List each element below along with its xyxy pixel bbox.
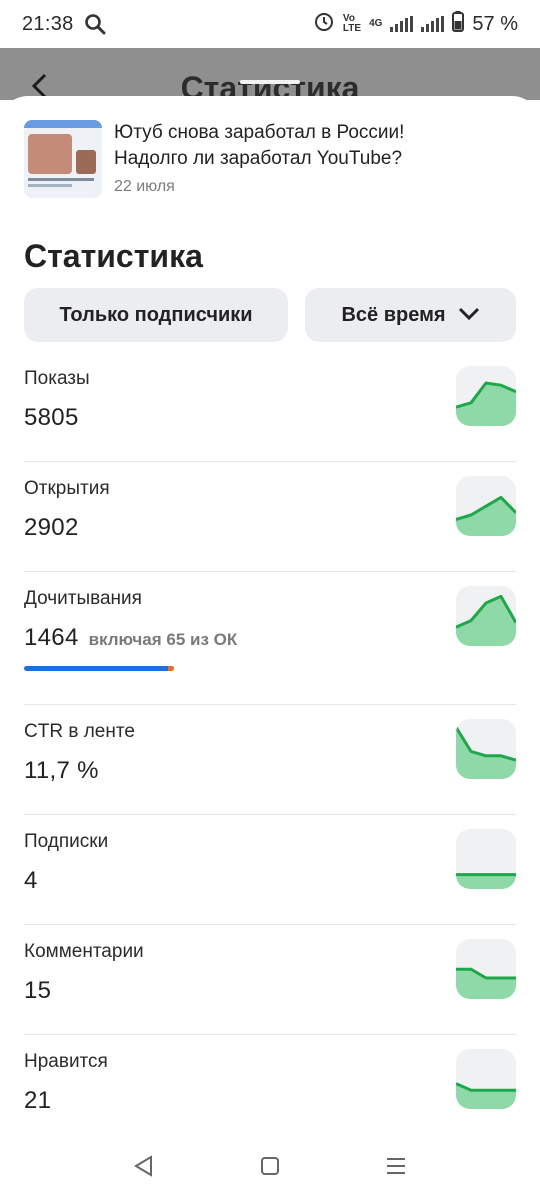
stat-row-likes[interactable]: Нравится 21 — [24, 1035, 516, 1145]
stat-label: Комментарии — [24, 941, 144, 962]
stat-label: Дочитывания — [24, 588, 142, 609]
nav-home-icon[interactable] — [260, 1156, 280, 1181]
stat-value-number: 1464 — [24, 624, 79, 651]
article-date: 22 июля — [114, 178, 175, 195]
sparkline-chart — [456, 476, 516, 536]
period-label: Всё время — [341, 303, 446, 326]
subscribers-only-label: Только подписчики — [59, 303, 253, 326]
stat-label: Подписки — [24, 831, 109, 852]
subscribers-only-button[interactable]: Только подписчики — [24, 288, 288, 342]
nav-back-icon[interactable] — [133, 1154, 155, 1182]
stat-label: Нравится — [24, 1051, 108, 1072]
stat-label: Показы — [24, 368, 90, 389]
background-page: Статистика — [0, 48, 540, 106]
filter-bar: Только подписчики Всё время — [24, 288, 516, 342]
section-heading: Статистика — [24, 238, 203, 274]
article-card[interactable]: Ютуб снова заработал в России! Надолго л… — [24, 120, 454, 198]
stats-list: Показы 5805 Открытия 2902 Дочитывания 14… — [24, 352, 516, 1145]
stat-value: 11,7 % — [24, 757, 99, 784]
battery-icon — [452, 10, 465, 38]
stat-value: 21 — [24, 1087, 52, 1114]
battery-percent: 57 % — [472, 12, 518, 35]
system-nav-bar — [0, 1136, 540, 1200]
period-select[interactable]: Всё время — [305, 288, 516, 342]
stat-label: Открытия — [24, 478, 110, 499]
sparkline-chart — [456, 366, 516, 426]
sparkline-chart — [456, 939, 516, 999]
stat-value: 4 — [24, 867, 38, 894]
sheet-drag-handle[interactable] — [240, 80, 300, 84]
stat-value: 5805 — [24, 404, 79, 431]
stat-row-read-through[interactable]: Дочитывания 1464 включая 65 из ОК — [24, 572, 516, 705]
sparkline-area — [456, 969, 516, 999]
stat-row-comments[interactable]: Комментарии 15 — [24, 925, 516, 1035]
chevron-down-icon — [458, 304, 480, 327]
stat-row-subscriptions[interactable]: Подписки 4 — [24, 815, 516, 925]
nav-menu-icon[interactable] — [385, 1156, 407, 1181]
article-title: Ютуб снова заработал в России! Надолго л… — [114, 122, 405, 169]
article-thumbnail — [24, 120, 102, 198]
sparkline-chart — [456, 719, 516, 779]
ok-progress-segment — [168, 666, 174, 671]
sparkline-area — [456, 727, 516, 779]
volte-indicator: Vo LTE — [342, 13, 362, 34]
status-time: 21:38 — [22, 12, 74, 35]
stat-row-views[interactable]: Показы 5805 — [24, 352, 516, 462]
signal-icon-2 — [421, 16, 445, 32]
stat-value: 2902 — [24, 514, 79, 541]
signal-icon — [390, 16, 414, 32]
sparkline-chart — [456, 586, 516, 646]
network-gen: 4G — [369, 18, 383, 29]
alarm-icon — [313, 10, 335, 38]
read-progress-bar — [24, 666, 174, 671]
stat-value: 15 — [24, 977, 52, 1004]
stat-value: 1464 включая 65 из ОК — [24, 624, 516, 652]
stat-row-opens[interactable]: Открытия 2902 — [24, 462, 516, 572]
stat-value-note: включая 65 из ОК — [88, 630, 238, 649]
status-bar: 21:38 Vo LTE 4G 57 % — [0, 0, 540, 48]
statistics-sheet: Ютуб снова заработал в России! Надолго л… — [0, 96, 540, 1136]
stat-label: CTR в ленте — [24, 721, 135, 742]
stat-row-ctr[interactable]: CTR в ленте 11,7 % — [24, 705, 516, 815]
sparkline-chart — [456, 829, 516, 889]
sparkline-area — [456, 874, 516, 889]
sparkline-chart — [456, 1049, 516, 1109]
search-icon — [84, 13, 106, 35]
